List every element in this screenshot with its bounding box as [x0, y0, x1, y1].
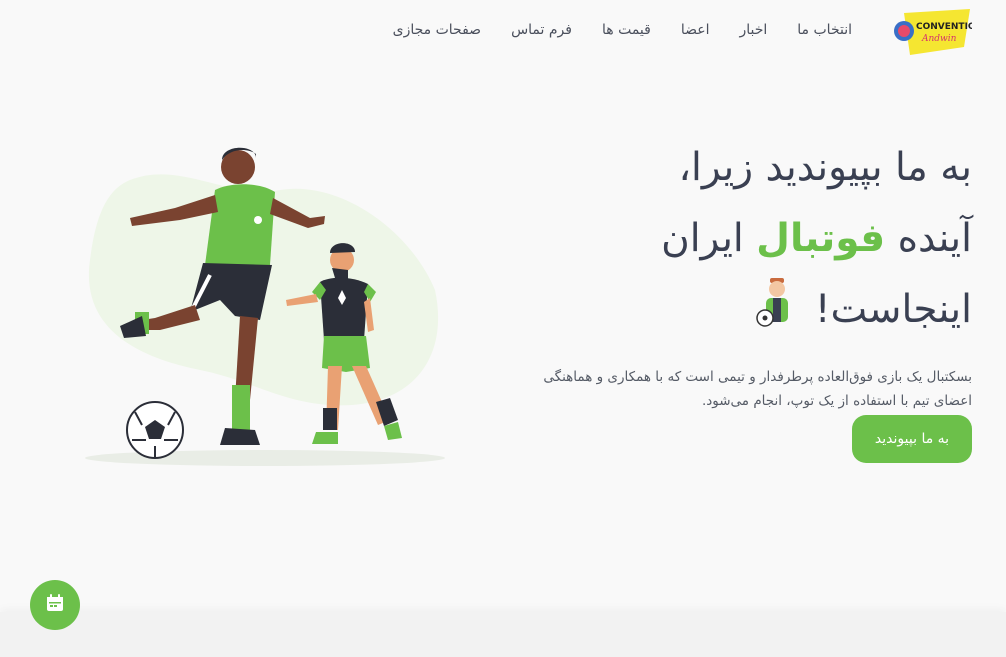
calendar-icon: [46, 594, 64, 616]
main-menu: انتخاب ما اخبار اعضا قیمت ها فرم تماس صف…: [393, 22, 852, 44]
site-logo[interactable]: CONVENTION Andwin: [892, 9, 983, 57]
svg-text:Andwin: Andwin: [921, 34, 957, 44]
svg-text:CONVENTION: CONVENTION: [916, 22, 972, 32]
bottom-section: [0, 612, 1006, 657]
nav-item-members[interactable]: اعضا: [681, 22, 710, 44]
headline-line-1: به ما بپیوندید زیرا،: [678, 145, 972, 190]
hero-text: به ما بپیوندید زیرا، آینده فوتبال ایران …: [532, 132, 972, 413]
headline-accent: فوتبال: [756, 216, 886, 261]
football-players-illustration: [80, 140, 450, 475]
nav-item-our-choice[interactable]: انتخاب ما: [797, 22, 852, 44]
hero-description: بسکتبال یک بازی فوق‌العاده پرطرفدار و تی…: [543, 369, 972, 409]
headline-line-2a: آینده: [897, 216, 972, 261]
top-navbar: CONVENTION Andwin انتخاب ما اخبار اعضا ق…: [0, 0, 1006, 64]
hero-headline: به ما بپیوندید زیرا، آینده فوتبال ایران …: [532, 132, 972, 351]
nav-item-social[interactable]: صفحات مجازی: [393, 22, 481, 44]
player-avatar-icon: [756, 278, 796, 351]
headline-line-2b: ایران: [661, 216, 744, 261]
nav-item-contact[interactable]: فرم تماس: [511, 22, 572, 44]
calendar-button[interactable]: [30, 580, 80, 630]
headline-line-3: اینجاست!: [814, 287, 972, 332]
join-us-button[interactable]: به ما بپیوندید: [852, 415, 972, 463]
nav-item-prices[interactable]: قیمت ها: [602, 22, 651, 44]
nav-item-news[interactable]: اخبار: [739, 22, 767, 44]
